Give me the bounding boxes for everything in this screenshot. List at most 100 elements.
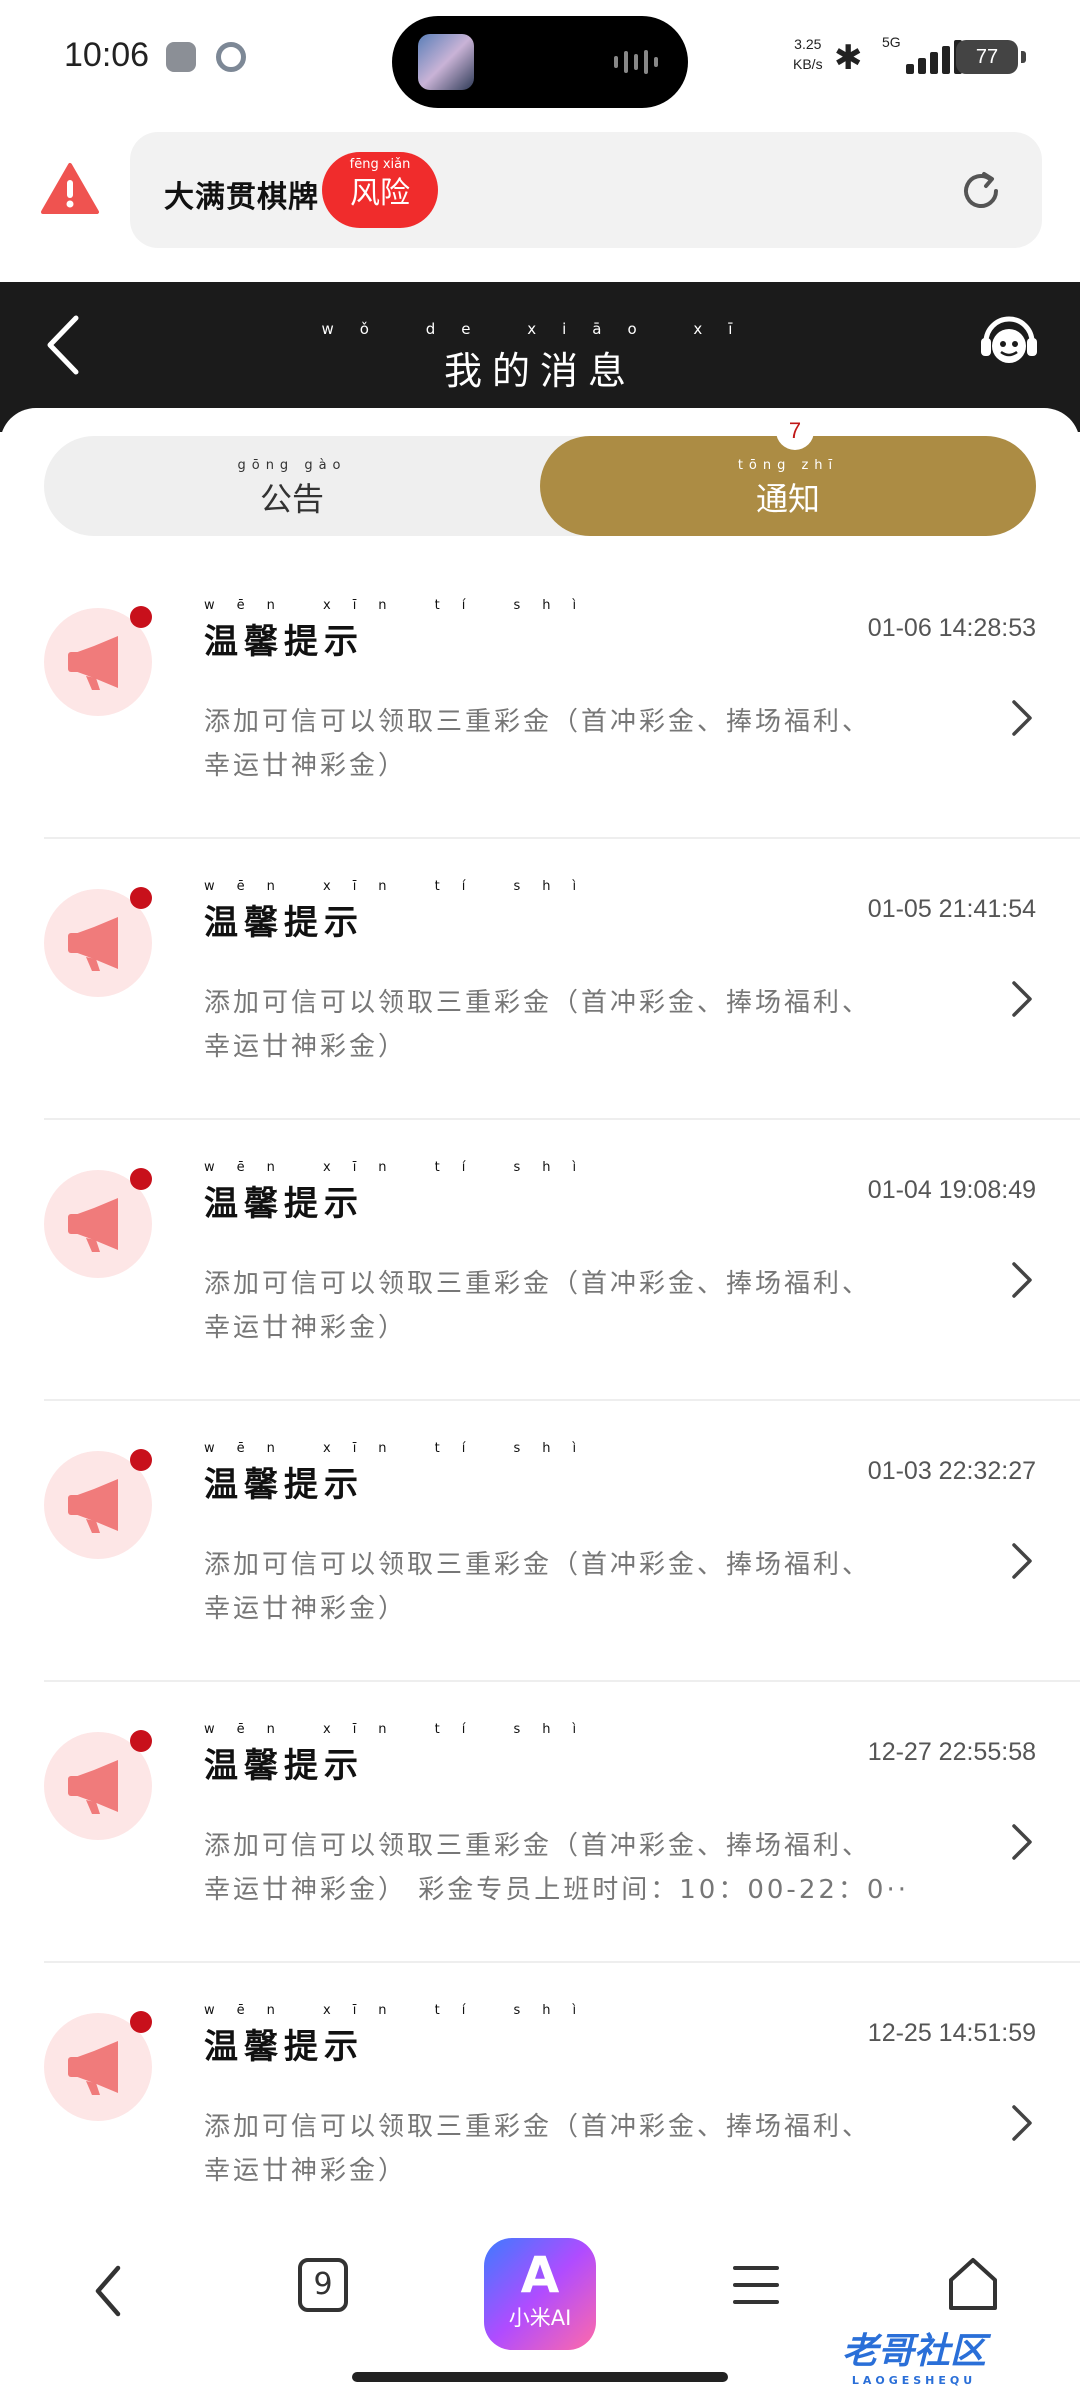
audio-wave-icon — [614, 50, 662, 74]
message-preview-line: 幸运廿神彩金） — [204, 1032, 408, 1062]
media-thumbnail — [418, 34, 474, 90]
message-title-pinyin: wēn xīn tí shì — [204, 598, 599, 613]
message-preview: 添加可信可以领取三重彩金（首冲彩金、捧场福利、 幸运廿神彩金） — [204, 1543, 904, 1631]
chevron-right-icon[interactable] — [1008, 1539, 1036, 1583]
message-title: wēn xīn tí shì 温馨提示 — [204, 1722, 576, 1787]
message-title-text: 温馨提示 — [204, 1746, 364, 1786]
message-title-pinyin: wēn xīn tí shì — [204, 1722, 599, 1737]
notification-app-icon-2 — [216, 42, 246, 72]
signal-icon — [906, 40, 962, 74]
page-title-text: 我的消息 — [443, 349, 636, 393]
ai-label: 小米AI — [508, 2306, 572, 2330]
message-item[interactable]: wēn xīn tí shì 温馨提示 01-06 14:28:53 添加可信可… — [44, 558, 1080, 839]
message-preview-line: 添加可信可以领取三重彩金（首冲彩金、捧场福利、 — [204, 1550, 872, 1580]
message-preview-line: 幸运廿神彩金） — [204, 751, 408, 781]
back-icon[interactable] — [90, 2260, 126, 2322]
unread-dot — [130, 1168, 152, 1190]
risk-pinyin: fēng xiǎn — [349, 157, 411, 172]
message-title: wēn xīn tí shì 温馨提示 — [204, 598, 576, 663]
message-title-text: 温馨提示 — [204, 1465, 364, 1505]
unread-dot — [130, 887, 152, 909]
message-time: 12-25 14:51:59 — [867, 2019, 1036, 2047]
unread-dot — [130, 1449, 152, 1471]
chevron-right-icon[interactable] — [1008, 2101, 1036, 2145]
warning-triangle-icon[interactable] — [40, 162, 100, 216]
message-preview: 添加可信可以领取三重彩金（首冲彩金、捧场福利、 幸运廿神彩金） — [204, 2105, 904, 2193]
network-type: 5G — [882, 34, 901, 50]
message-preview-line: 添加可信可以领取三重彩金（首冲彩金、捧场福利、 — [204, 1269, 872, 1299]
watermark-subtext: LAOGESHEQU — [851, 2374, 977, 2387]
message-preview: 添加可信可以领取三重彩金（首冲彩金、捧场福利、 幸运廿神彩金） — [204, 700, 904, 788]
message-time: 01-04 19:08:49 — [867, 1176, 1036, 1204]
ai-assistant-button[interactable]: A 小米AI — [484, 2238, 596, 2350]
risk-badge[interactable]: fēng xiǎn 风险 — [322, 152, 438, 228]
message-title-pinyin: wēn xīn tí shì — [204, 2003, 599, 2018]
message-time: 01-06 14:28:53 — [867, 614, 1036, 642]
message-preview-line: 幸运廿神彩金） — [204, 1594, 408, 1624]
message-item[interactable]: wēn xīn tí shì 温馨提示 01-04 19:08:49 添加可信可… — [44, 1120, 1080, 1401]
message-title-text: 温馨提示 — [204, 903, 364, 943]
home-indicator[interactable] — [352, 2372, 728, 2382]
message-title-pinyin: wēn xīn tí shì — [204, 1160, 599, 1175]
message-preview-line: 添加可信可以领取三重彩金（首冲彩金、捧场福利、 — [204, 2112, 872, 2142]
message-panel: gōng gào 公告 tōng zhī 通知 7 wēn xīn tí shì… — [0, 408, 1080, 2230]
tab-switcher: gōng gào 公告 tōng zhī 通知 — [44, 436, 1036, 536]
tab-label: 通知 — [755, 480, 820, 518]
browser-bottom-bar: 9 A 小米AI 老哥社区 LAOGESHEQU — [0, 2230, 1080, 2400]
message-title: wēn xīn tí shì 温馨提示 — [204, 2003, 576, 2068]
tab-notifications[interactable]: tōng zhī 通知 — [540, 436, 1036, 536]
tab-pinyin: gōng gào — [237, 458, 347, 473]
risk-label: 风险 — [350, 176, 410, 211]
message-time: 01-03 22:32:27 — [867, 1457, 1036, 1485]
chevron-right-icon[interactable] — [1008, 696, 1036, 740]
message-preview-line: 添加可信可以领取三重彩金（首冲彩金、捧场福利、 — [204, 988, 872, 1018]
battery-icon: 77 — [956, 40, 1026, 74]
unread-dot — [130, 606, 152, 628]
network-speed: 3.25 KB/s — [793, 34, 823, 74]
chevron-right-icon[interactable] — [1008, 1820, 1036, 1864]
message-preview-line: 幸运廿神彩金） 彩金专员上班时间：10：00-22：0··· — [204, 1875, 904, 1905]
address-field[interactable]: 大满贯棋牌 fēng xiǎn 风险 — [130, 132, 1042, 248]
chevron-right-icon[interactable] — [1008, 1258, 1036, 1302]
tab-count-button[interactable]: 9 — [298, 2258, 348, 2312]
message-title: wēn xīn tí shì 温馨提示 — [204, 1441, 576, 1506]
message-item[interactable]: wēn xīn tí shì 温馨提示 12-27 22:55:58 添加可信可… — [44, 1682, 1080, 1963]
message-preview-line: 添加可信可以领取三重彩金（首冲彩金、捧场福利、 — [204, 1831, 872, 1861]
tab-announcements[interactable]: gōng gào 公告 — [44, 436, 540, 536]
status-time: 10:06 — [64, 36, 150, 74]
home-icon[interactable] — [946, 2256, 1000, 2312]
refresh-icon[interactable] — [958, 168, 1004, 214]
message-item[interactable]: wēn xīn tí shì 温馨提示 01-03 22:32:27 添加可信可… — [44, 1401, 1080, 1682]
notification-app-icon — [166, 42, 196, 72]
dynamic-island[interactable] — [392, 16, 688, 108]
tab-label: 公告 — [259, 480, 324, 518]
message-title-text: 温馨提示 — [204, 1184, 364, 1224]
message-preview: 添加可信可以领取三重彩金（首冲彩金、捧场福利、 幸运廿神彩金） 彩金专员上班时间… — [204, 1824, 904, 1912]
message-title-pinyin: wēn xīn tí shì — [204, 1441, 599, 1456]
network-speed-unit: KB/s — [793, 56, 823, 72]
message-item[interactable]: wēn xīn tí shì 温馨提示 01-05 21:41:54 添加可信可… — [44, 839, 1080, 1120]
site-name: 大满贯棋牌 — [164, 180, 319, 215]
unread-dot — [130, 1730, 152, 1752]
message-title: wēn xīn tí shì 温馨提示 — [204, 879, 576, 944]
page-title-pinyin: wǒ de xiāo xī — [321, 320, 759, 338]
bluetooth-icon: ✱ — [834, 38, 863, 78]
message-time: 12-27 22:55:58 — [867, 1738, 1036, 1766]
message-title-text: 温馨提示 — [204, 622, 364, 662]
message-item[interactable]: wēn xīn tí shì 温馨提示 12-25 14:51:59 添加可信可… — [44, 1963, 1080, 2230]
message-preview-line: 添加可信可以领取三重彩金（首冲彩金、捧场福利、 — [204, 707, 872, 737]
page-title: wǒ de xiāo xī 我的消息 — [0, 320, 1080, 395]
customer-service-icon[interactable] — [978, 310, 1040, 376]
message-title-pinyin: wēn xīn tí shì — [204, 879, 599, 894]
chevron-right-icon[interactable] — [1008, 977, 1036, 1021]
ai-logo-icon: A — [520, 2246, 560, 2304]
message-preview-line: 幸运廿神彩金） — [204, 2156, 408, 2186]
menu-icon[interactable] — [733, 2264, 779, 2306]
status-bar: 10:06 3.25 KB/s ✱ 5G 77 — [0, 0, 1080, 120]
message-title: wēn xīn tí shì 温馨提示 — [204, 1160, 576, 1225]
message-title-text: 温馨提示 — [204, 2027, 364, 2067]
message-time: 01-05 21:41:54 — [867, 895, 1036, 923]
message-preview-line: 幸运廿神彩金） — [204, 1313, 408, 1343]
message-preview: 添加可信可以领取三重彩金（首冲彩金、捧场福利、 幸运廿神彩金） — [204, 1262, 904, 1350]
network-speed-value: 3.25 — [794, 36, 822, 52]
